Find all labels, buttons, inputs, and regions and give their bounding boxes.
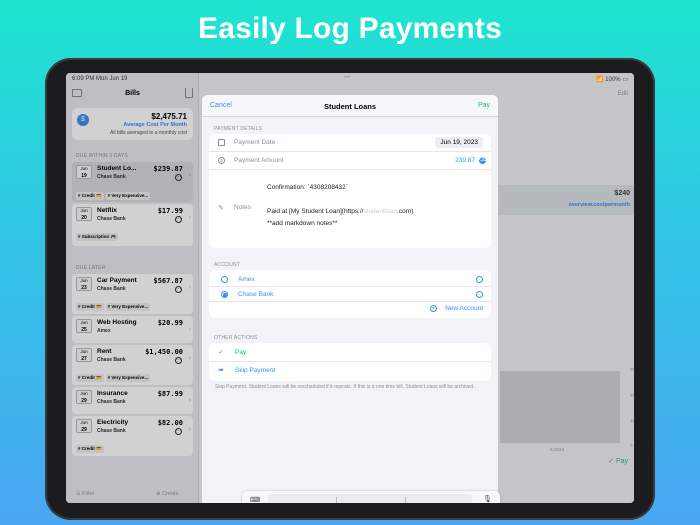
notes-line[interactable]: **add markdown notes** xyxy=(267,220,337,227)
status-bar: 6:09 PM Mon Jun 19 ••• 📶 100% ▭ xyxy=(66,73,634,85)
pencil-icon: ✎ xyxy=(218,205,224,212)
pay-action-label: Pay xyxy=(235,349,247,356)
account-name: Chase Bank xyxy=(238,291,274,298)
status-time-date: 6:09 PM Mon Jun 19 xyxy=(72,76,128,82)
payment-date-label: Payment Date xyxy=(234,139,276,146)
dollar-icon: $ xyxy=(218,157,225,164)
payment-amount-input[interactable]: 239.87 xyxy=(455,157,475,164)
section-label-account: ACCOUNT xyxy=(214,262,241,268)
radio-icon[interactable] xyxy=(221,276,228,283)
skip-payment-label: Skip Payment xyxy=(235,367,276,374)
more-icon[interactable]: ··· xyxy=(476,291,483,298)
skip-payment-row[interactable]: ➠ Skip Payment xyxy=(209,362,491,380)
multitask-dots[interactable]: ••• xyxy=(344,75,350,81)
pay-button[interactable]: Pay xyxy=(478,102,490,109)
new-account-button[interactable]: + New Account xyxy=(430,305,483,312)
radio-selected-icon[interactable] xyxy=(221,291,228,298)
sheet-nav-bar: Cancel Student Loans Pay xyxy=(202,95,498,117)
divider xyxy=(336,497,337,503)
skip-footnote: Skip Payment. Student Loans will be resc… xyxy=(215,384,475,390)
section-label-other-actions: OTHER ACTIONS xyxy=(214,335,258,341)
sheet-title: Student Loans xyxy=(323,102,377,111)
keyboard-shortcut-bar: ⌨ 🎙 xyxy=(242,491,500,503)
account-option-chase[interactable]: Chase Bank ··· xyxy=(209,287,491,302)
payment-date-row[interactable]: Payment Date Jun 19, 2023 xyxy=(209,134,491,152)
account-name: Amex xyxy=(238,276,255,283)
clear-icon[interactable]: ⌫ xyxy=(479,157,486,164)
notes-line[interactable]: Paid at [My Student Loan](https://studen… xyxy=(267,208,413,215)
plus-icon: + xyxy=(430,305,438,312)
skip-forward-icon: ➠ xyxy=(218,367,224,374)
account-group: Amex ··· Chase Bank ··· + New Account xyxy=(209,270,491,318)
keyboard-icon[interactable]: ⌨ xyxy=(250,496,260,503)
ipad-frame: 6:09 PM Mon Jun 19 ••• 📶 100% ▭ Bills $ … xyxy=(45,58,655,520)
status-battery: 📶 100% ▭ xyxy=(596,76,628,83)
account-option-amex[interactable]: Amex ··· xyxy=(209,272,491,287)
payment-amount-label: Payment Amount xyxy=(234,157,284,164)
notes-line[interactable]: Confirmation: `4308208432` xyxy=(267,184,348,191)
more-icon[interactable]: ··· xyxy=(476,276,483,283)
headline: Easily Log Payments xyxy=(198,12,502,45)
calendar-icon xyxy=(218,139,225,146)
payment-details-group: Payment Date Jun 19, 2023 $ Payment Amou… xyxy=(209,134,491,248)
section-label-payment-details: PAYMENT DETAILS xyxy=(214,126,263,132)
payment-sheet: Cancel Student Loans Pay PAYMENT DETAILS… xyxy=(202,95,498,503)
microphone-icon[interactable]: 🎙 xyxy=(483,495,492,503)
checkmark-icon: ✓ xyxy=(218,349,224,356)
predictive-text-bar[interactable] xyxy=(268,494,472,503)
payment-amount-row[interactable]: $ Payment Amount 239.87 ⌫ xyxy=(209,152,491,170)
divider xyxy=(405,497,406,503)
screen: 6:09 PM Mon Jun 19 ••• 📶 100% ▭ Bills $ … xyxy=(66,73,634,503)
other-actions-group: ✓ Pay ➠ Skip Payment xyxy=(209,343,491,381)
notes-label: Notes xyxy=(234,204,251,211)
payment-date-picker[interactable]: Jun 19, 2023 xyxy=(435,137,483,148)
pay-action-row[interactable]: ✓ Pay xyxy=(209,344,491,362)
